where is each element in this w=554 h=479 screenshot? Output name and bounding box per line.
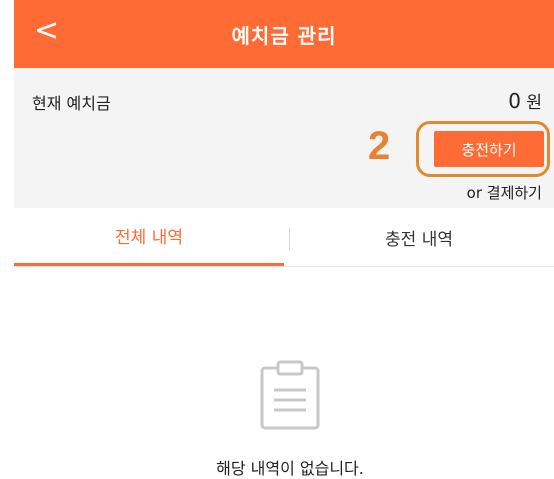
tab-charge-history[interactable]: 충전 내역 — [284, 208, 554, 266]
charge-button[interactable]: 충전하기 — [434, 131, 544, 167]
history-tabs: 전체 내역 충전 내역 — [14, 208, 554, 267]
tab-all-history[interactable]: 전체 내역 — [14, 208, 284, 266]
page-title: 예치금 관리 — [231, 23, 337, 48]
empty-message: 해당 내역이 없습니다. — [216, 459, 364, 478]
balance-label: 현재 예치금 — [32, 94, 111, 113]
annotation-number: 2 — [368, 124, 391, 168]
back-button[interactable]: < — [34, 14, 59, 48]
balance-unit: 원 — [526, 93, 542, 113]
balance-amount: 0 원 — [508, 88, 542, 113]
balance-number: 0 — [508, 89, 521, 113]
top-header: < 예치금 관리 — [14, 0, 554, 68]
pay-link[interactable]: or 결제하기 — [467, 182, 542, 203]
clipboard-icon — [260, 360, 320, 430]
balance-panel: 현재 예치금 0 원 2 충전하기 or 결제하기 — [14, 68, 554, 208]
tab-divider — [289, 228, 290, 250]
